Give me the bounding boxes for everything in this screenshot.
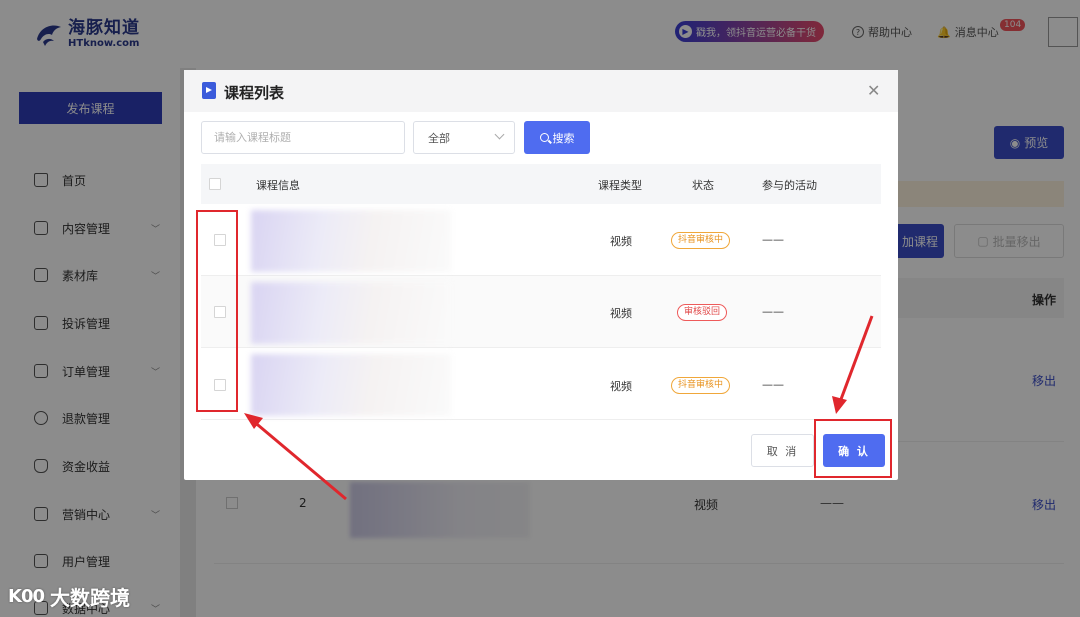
select-all-checkbox[interactable] xyxy=(209,178,221,190)
course-type: 视频 xyxy=(610,307,632,320)
checkbox-highlight-box xyxy=(196,210,238,412)
status-badge: 审核驳回 xyxy=(677,304,728,321)
table-row[interactable]: 视频 审核驳回 —— xyxy=(201,276,881,348)
course-thumbnail xyxy=(251,210,451,272)
course-type-select-value: 全部 xyxy=(428,131,450,145)
dialog-header: 课程列表 ✕ xyxy=(184,70,898,112)
close-icon[interactable]: ✕ xyxy=(867,83,880,99)
course-thumbnail xyxy=(251,282,451,344)
course-activity: —— xyxy=(762,305,784,318)
status-badge: 抖音审核中 xyxy=(671,232,731,249)
column-header-activity: 参与的活动 xyxy=(762,179,817,192)
chevron-down-icon xyxy=(494,129,505,140)
table-header: 课程信息 课程类型 状态 参与的活动 xyxy=(201,164,881,204)
course-activity: —— xyxy=(762,233,784,246)
course-title-search-input[interactable] xyxy=(201,121,405,154)
confirm-highlight-box xyxy=(814,419,892,478)
course-activity: —— xyxy=(762,378,784,391)
course-thumbnail xyxy=(251,354,451,416)
course-type-select[interactable]: 全部 xyxy=(413,121,515,154)
dialog-title: 课程列表 xyxy=(224,84,285,102)
watermark-text: 大数跨境 xyxy=(50,586,130,610)
table-row[interactable]: 视频 抖音审核中 —— xyxy=(201,348,881,420)
course-list-dialog: 课程列表 ✕ 全部 搜索 课程信息 课程类型 状态 参与的活动 视频 抖音审核中… xyxy=(184,70,898,480)
course-type: 视频 xyxy=(610,235,632,248)
watermark-logo-icon: K00 xyxy=(8,586,45,607)
search-button-label: 搜索 xyxy=(552,131,575,145)
column-header-course-info: 课程信息 xyxy=(256,179,300,192)
status-badge: 抖音审核中 xyxy=(671,377,731,394)
search-button[interactable]: 搜索 xyxy=(524,121,590,154)
cancel-button[interactable]: 取 消 xyxy=(751,434,814,467)
course-type: 视频 xyxy=(610,380,632,393)
column-header-course-type: 课程类型 xyxy=(598,179,642,192)
column-header-status: 状态 xyxy=(692,179,714,192)
search-icon xyxy=(539,133,549,142)
table-row[interactable]: 视频 抖音审核中 —— xyxy=(201,204,881,276)
watermark: K00 大数跨境 xyxy=(8,582,130,611)
course-icon xyxy=(202,82,216,99)
